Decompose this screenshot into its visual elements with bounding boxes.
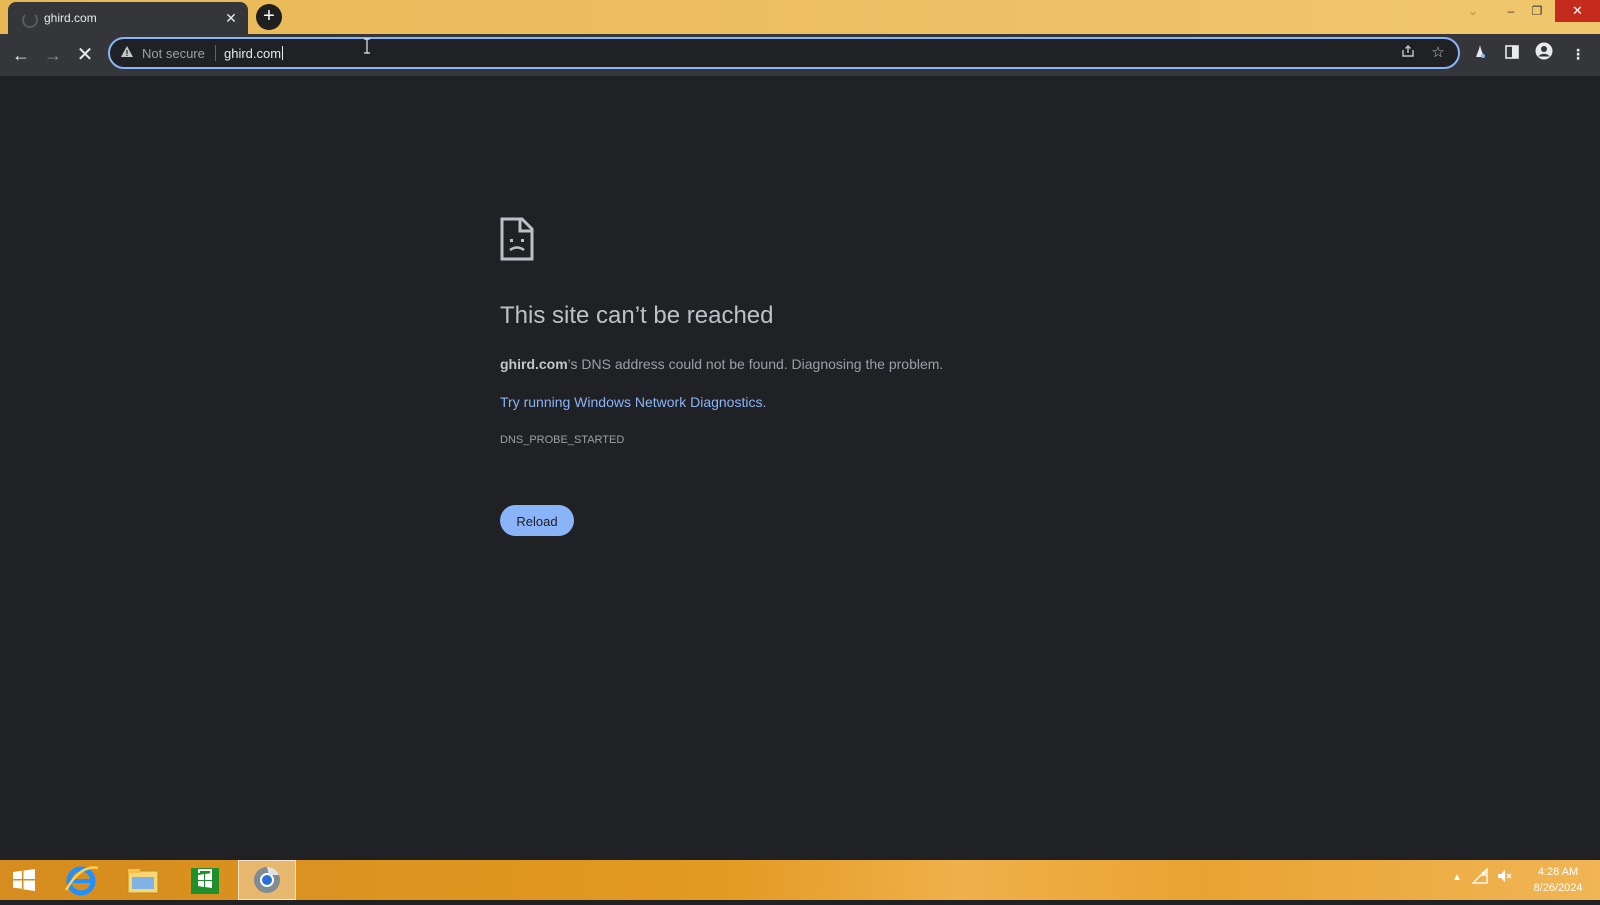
menu-icon[interactable]: ⋮ <box>1566 42 1590 66</box>
forward-button[interactable]: → <box>40 42 66 68</box>
taskbar-clock[interactable]: 4:28 AM 8/26/2024 <box>1522 864 1594 896</box>
windows-start-icon[interactable] <box>4 864 44 896</box>
url-input[interactable]: ghird.com <box>224 46 284 61</box>
internet-explorer-icon[interactable] <box>52 860 110 900</box>
windows-taskbar: ▲ 4:28 AM 8/26/2024 <box>0 860 1600 900</box>
security-status[interactable]: Not secure <box>142 46 205 61</box>
chrome-taskbar-icon[interactable] <box>238 860 296 900</box>
tab-close-icon[interactable]: ✕ <box>222 9 240 27</box>
sad-document-icon <box>500 217 534 261</box>
omnibox-divider <box>215 45 216 61</box>
new-tab-button[interactable]: + <box>256 4 282 30</box>
close-window-button[interactable]: ✕ <box>1555 0 1600 22</box>
error-title: This site can’t be reached <box>500 302 774 329</box>
loading-spinner-icon <box>22 12 38 28</box>
minimize-button[interactable]: – <box>1500 0 1522 22</box>
tab-title: ghird.com <box>44 11 97 25</box>
stop-loading-button[interactable]: ✕ <box>72 42 98 68</box>
clock-date: 8/26/2024 <box>1533 882 1583 894</box>
title-bar: ghird.com ✕ + ⌄ – ❐ ✕ <box>0 0 1600 34</box>
share-icon[interactable] <box>1398 43 1418 63</box>
volume-icon[interactable] <box>1496 868 1512 887</box>
url-text: ghird.com <box>224 46 282 61</box>
file-explorer-icon[interactable] <box>114 860 172 900</box>
browser-toolbar: ← → ✕ Not secure ghird.com ☆ ⋮ <box>0 34 1600 76</box>
error-description-text: ’s DNS address could not be found. Diagn… <box>567 356 944 372</box>
profile-icon[interactable] <box>1532 42 1556 66</box>
windows-store-icon[interactable] <box>176 860 234 900</box>
bookmark-star-icon[interactable]: ☆ <box>1428 43 1448 63</box>
tab-search-icon[interactable]: ⌄ <box>1462 0 1484 22</box>
extensions-icon[interactable] <box>1468 42 1492 66</box>
error-host: ghird.com <box>500 356 568 372</box>
warning-icon[interactable] <box>120 45 136 61</box>
clock-time: 4:28 AM <box>1537 866 1579 878</box>
side-panel-icon[interactable] <box>1500 42 1524 66</box>
network-diagnostics-link[interactable]: Try running Windows Network Diagnostics. <box>500 394 766 410</box>
error-page: This site can’t be reached ghird.com’s D… <box>0 76 1600 860</box>
back-button[interactable]: ← <box>8 42 34 68</box>
text-caret <box>282 46 284 60</box>
active-tab[interactable]: ghird.com ✕ <box>8 2 248 34</box>
tray-overflow-icon[interactable]: ▲ <box>1452 872 1462 883</box>
restore-button[interactable]: ❐ <box>1526 0 1548 22</box>
error-code: DNS_PROBE_STARTED <box>500 434 625 446</box>
address-bar[interactable]: Not secure ghird.com ☆ <box>108 37 1460 69</box>
network-icon[interactable] <box>1471 867 1488 887</box>
error-description: ghird.com’s DNS address could not be fou… <box>500 356 943 372</box>
reload-button[interactable]: Reload <box>500 505 574 536</box>
mouse-text-cursor-icon <box>363 38 371 54</box>
